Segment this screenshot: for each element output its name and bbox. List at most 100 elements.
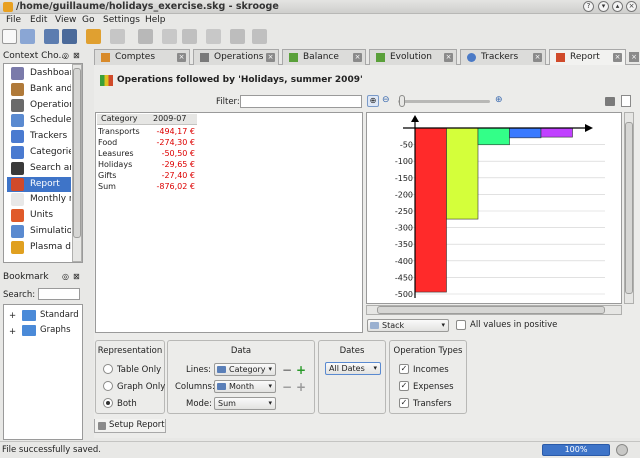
table-row[interactable]: Gifts -27,40 € [97,170,197,181]
chart-icon[interactable] [182,29,197,44]
chart-vscrollbar[interactable] [624,112,634,304]
expand-icon[interactable]: + [9,327,16,337]
close-tab-icon[interactable]: × [444,53,453,62]
print-graph-icon[interactable] [605,97,615,106]
lines-select[interactable]: Category ▾ [214,363,276,376]
save-as-icon[interactable] [62,29,77,44]
back-icon[interactable] [230,29,245,44]
context-item[interactable]: Operations [7,98,71,113]
table-only-radio[interactable] [103,364,113,374]
delete-icon[interactable] [138,29,153,44]
columns-value: Month [229,382,255,391]
context-item[interactable]: Simulation [7,224,71,239]
context-item[interactable]: Monthly re... [7,192,71,207]
dates-select[interactable]: All Dates ▾ [325,362,381,375]
remove-line-icon[interactable]: − [282,364,292,376]
menu-edit[interactable]: Edit [30,15,47,25]
mode-select[interactable]: Sum ▾ [214,397,276,410]
table-row[interactable]: Holidays -29,65 € [97,159,197,170]
close-tab-icon[interactable]: × [533,53,542,62]
table-row[interactable]: Food -274,30 € [97,137,197,148]
incomes-checkbox[interactable]: ✓ [399,364,409,374]
tab-comptes[interactable]: Comptes × [94,49,190,65]
minimize-icon[interactable]: ▾ [598,1,609,12]
context-item[interactable]: Bank and A... [7,82,71,97]
context-item[interactable]: Report [7,176,71,192]
bookmark-item-standard[interactable]: Standard [40,310,79,320]
table-row[interactable]: Transports -494,17 € [97,126,197,137]
all-positive-checkbox[interactable] [456,320,466,330]
print-icon[interactable] [20,29,35,44]
tab-evolution[interactable]: Evolution × [369,49,457,65]
menu-go[interactable]: Go [82,15,94,25]
filter-input[interactable] [240,95,362,108]
setup-report-tab[interactable]: Setup Report [94,419,166,433]
zoom-out-icon[interactable]: ⊖ [382,95,390,105]
scroll-thumb[interactable] [73,68,81,238]
col-header-period[interactable]: 2009-07 [153,114,186,123]
zoom-slider-handle[interactable] [399,95,405,107]
help-window-icon[interactable]: ? [583,1,594,12]
expenses-checkbox[interactable]: ✓ [399,381,409,391]
close-tab-icon[interactable]: × [613,53,622,62]
reload-icon[interactable] [252,29,267,44]
dock-close-icon[interactable]: ⊠ [73,51,80,60]
copy-graph-icon[interactable] [621,95,631,107]
context-item[interactable]: Dashboard [7,66,71,81]
context-item[interactable]: Trackers [7,129,71,144]
tab-operations[interactable]: Operations × [193,49,279,65]
context-item[interactable]: Scheduled [7,113,71,128]
menu-view[interactable]: View [55,15,76,25]
maximize-icon[interactable]: ▴ [612,1,623,12]
menu-settings[interactable]: Settings [103,15,140,25]
context-item[interactable]: Plasma da... [7,240,71,255]
both-radio[interactable] [103,398,113,408]
chart-hscrollbar[interactable] [366,305,622,315]
bookmark-item-graphs[interactable]: Graphs [40,325,71,335]
context-item[interactable]: Search and... [7,161,71,176]
table-row[interactable]: Leasures -50,50 € [97,148,197,159]
save-icon[interactable] [44,29,59,44]
add-column-icon[interactable]: + [296,381,306,393]
graph-only-radio[interactable] [103,381,113,391]
context-scrollbar[interactable] [72,64,82,262]
col-header-category[interactable]: Category [101,114,138,123]
tab-report[interactable]: Report × [549,49,626,66]
magic-icon[interactable] [162,29,177,44]
dates-title: Dates [339,346,365,356]
close-all-tabs-icon[interactable]: × [629,52,639,62]
dock-float-icon[interactable]: ◎ [62,272,69,281]
scroll-thumb[interactable] [377,306,605,314]
redo-icon[interactable] [110,29,125,44]
context-item[interactable]: Units [7,208,71,223]
menu-file[interactable]: File [6,15,21,25]
undo-icon[interactable] [86,29,101,44]
dock-float-icon[interactable]: ◎ [62,51,69,60]
close-tab-icon[interactable]: × [353,53,362,62]
dock-close-icon[interactable]: ⊠ [73,272,80,281]
bookmark-search-input[interactable] [38,288,80,300]
close-tab-icon[interactable]: × [266,53,275,62]
zoom-fit-icon[interactable]: ⊕ [367,95,379,107]
transfers-checkbox[interactable]: ✓ [399,398,409,408]
new-file-icon[interactable] [2,29,17,44]
tab-trackers[interactable]: Trackers × [460,49,546,65]
add-line-icon[interactable]: + [296,364,306,376]
filter-label: Filter: [216,97,240,107]
stop-icon[interactable] [616,444,628,456]
columns-select[interactable]: Month ▾ [214,380,276,393]
zoom-slider[interactable] [398,100,490,103]
context-item[interactable]: Categories [7,145,71,160]
table-row[interactable]: Sum -876,02 € [97,181,197,192]
tab-balance[interactable]: Balance × [282,49,366,65]
menu-help[interactable]: Help [145,15,166,25]
close-window-icon[interactable]: × [626,1,637,12]
expand-icon[interactable]: + [9,311,16,321]
tab-label: Balance [303,52,339,62]
zoom-in-icon[interactable]: ⊕ [495,95,503,105]
graph-mode-select[interactable]: Stack ▾ [367,319,449,332]
edit-icon[interactable] [206,29,221,44]
scroll-thumb[interactable] [625,122,633,294]
close-tab-icon[interactable]: × [177,53,186,62]
remove-column-icon[interactable]: − [282,381,292,393]
